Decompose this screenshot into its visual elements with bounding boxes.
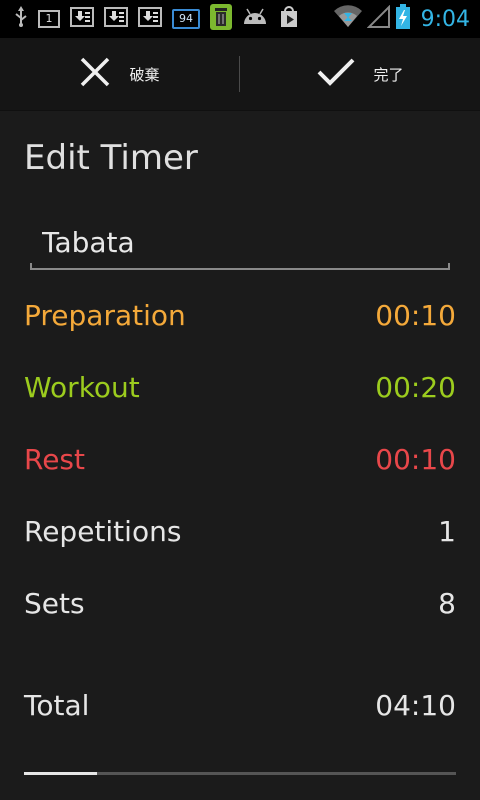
status-bar: 1 94 9:04 bbox=[0, 0, 480, 38]
scroll-indicator-thumb bbox=[24, 772, 98, 775]
input-underline bbox=[30, 263, 450, 270]
play-store-icon bbox=[278, 6, 300, 32]
page-title: Edit Timer bbox=[24, 138, 198, 178]
row-rest[interactable]: Rest 00:10 bbox=[24, 434, 456, 484]
row-value: 1 bbox=[438, 514, 456, 548]
trash-icon bbox=[210, 4, 232, 34]
download-icon bbox=[104, 7, 128, 31]
status-bar-notifications: 1 94 bbox=[14, 4, 310, 34]
done-button[interactable]: 完了 bbox=[241, 38, 480, 110]
row-total: Total 04:10 bbox=[24, 680, 456, 730]
row-repetitions[interactable]: Repetitions 1 bbox=[24, 506, 456, 556]
scroll-indicator bbox=[24, 772, 456, 775]
row-value: 00:10 bbox=[375, 442, 456, 476]
battery-level-badge: 94 bbox=[172, 9, 200, 29]
calendar-notification-icon: 1 bbox=[38, 10, 60, 28]
screen: 1 94 9:04 破棄 完了 Edit Timer Tabata Prepar… bbox=[0, 0, 480, 800]
action-bar-divider bbox=[239, 56, 240, 92]
usb-icon bbox=[14, 6, 28, 32]
done-label: 完了 bbox=[373, 65, 404, 84]
row-value: 00:10 bbox=[375, 298, 456, 332]
battery-charging-icon bbox=[395, 4, 411, 34]
total-value: 04:10 bbox=[375, 688, 456, 722]
discard-button[interactable]: 破棄 bbox=[0, 38, 239, 110]
android-icon bbox=[242, 8, 268, 30]
discard-label: 破棄 bbox=[129, 65, 160, 84]
action-bar: 破棄 完了 bbox=[0, 38, 480, 111]
row-preparation[interactable]: Preparation 00:10 bbox=[24, 290, 456, 340]
total-label: Total bbox=[24, 688, 90, 722]
row-sets[interactable]: Sets 8 bbox=[24, 578, 456, 628]
cell-signal-icon bbox=[366, 4, 391, 33]
timer-name-input[interactable] bbox=[30, 218, 450, 266]
timer-name-field bbox=[30, 218, 450, 270]
row-label: Workout bbox=[24, 370, 140, 404]
status-bar-system: 9:04 bbox=[333, 4, 470, 34]
row-label: Rest bbox=[24, 442, 85, 476]
row-value: 8 bbox=[438, 586, 456, 620]
download-icon bbox=[138, 7, 162, 31]
row-label: Preparation bbox=[24, 298, 186, 332]
wifi-icon bbox=[333, 5, 363, 33]
close-icon bbox=[79, 56, 111, 92]
status-time: 9:04 bbox=[420, 6, 470, 32]
row-value: 00:20 bbox=[375, 370, 456, 404]
row-workout[interactable]: Workout 00:20 bbox=[24, 362, 456, 412]
row-label: Repetitions bbox=[24, 514, 182, 548]
check-icon bbox=[317, 57, 355, 91]
download-icon bbox=[70, 7, 94, 31]
row-label: Sets bbox=[24, 586, 85, 620]
